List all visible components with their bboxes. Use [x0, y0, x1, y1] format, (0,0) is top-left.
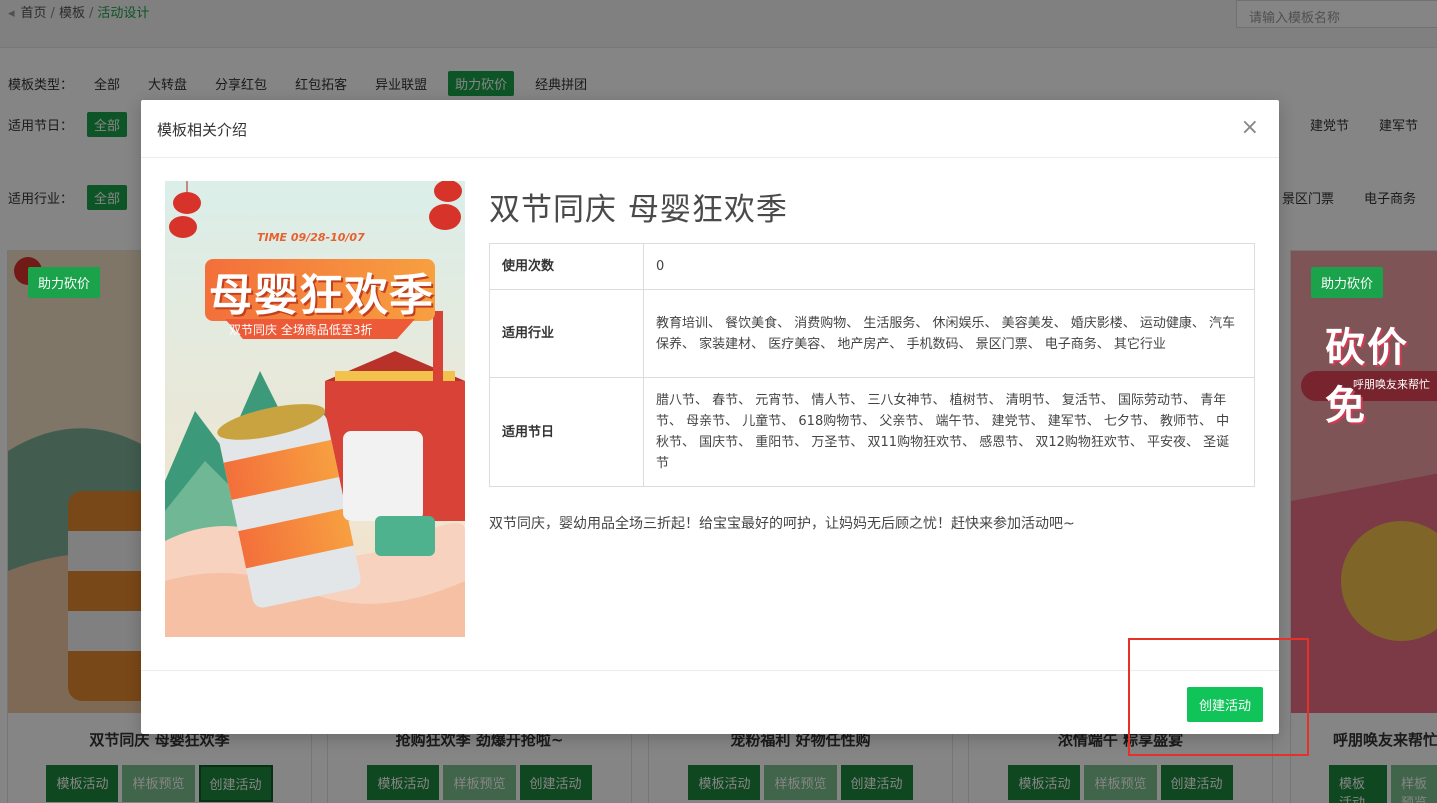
row-value: 腊八节、 春节、 元宵节、 情人节、 三八女神节、 植树节、 清明节、 复活节、…	[643, 377, 1255, 487]
template-intro-dialog: 模板相关介绍 × TIME 09/28-10/07 母婴狂欢季 双节同庆 全场商…	[141, 100, 1279, 734]
dialog-footer: 创建活动	[141, 670, 1279, 734]
poster-subline: 双节同庆 全场商品低至3折	[229, 323, 373, 337]
template-info-table: 使用次数 0 适用行业 教育培训、 餐饮美食、 消费购物、 生活服务、 休闲娱乐…	[489, 243, 1255, 487]
poster-time: TIME 09/28-10/07	[257, 231, 365, 244]
poster-art	[165, 181, 465, 637]
card-type-badge: 助力砍价	[1311, 267, 1384, 298]
dialog-header: 模板相关介绍 ×	[141, 100, 1279, 158]
poster-headline: 母婴狂欢季	[209, 270, 434, 321]
table-row: 适用节日 腊八节、 春节、 元宵节、 情人节、 三八女神节、 植树节、 清明节、…	[489, 377, 1255, 487]
highlight-annotation-box	[1128, 638, 1309, 756]
row-value: 0	[643, 243, 1255, 290]
close-icon[interactable]: ×	[1241, 116, 1259, 140]
card-poster-headline: 砍价免	[1325, 325, 1409, 429]
row-label: 适用行业	[489, 289, 644, 378]
table-row: 适用行业 教育培训、 餐饮美食、 消费购物、 生活服务、 休闲娱乐、 美容美发、…	[489, 289, 1255, 378]
template-name: 双节同庆 母婴狂欢季	[489, 192, 788, 228]
template-poster: TIME 09/28-10/07 母婴狂欢季 双节同庆 全场商品低至3折	[165, 181, 465, 637]
dialog-body: TIME 09/28-10/07 母婴狂欢季 双节同庆 全场商品低至3折 双节同…	[141, 158, 1279, 670]
card-type-badge: 助力砍价	[28, 267, 101, 298]
row-label: 使用次数	[489, 243, 644, 290]
card-poster-subline: 呼朋唤友来帮忙	[1353, 378, 1430, 391]
table-row: 使用次数 0	[489, 243, 1255, 290]
dialog-title: 模板相关介绍	[157, 121, 248, 139]
row-value: 教育培训、 餐饮美食、 消费购物、 生活服务、 休闲娱乐、 美容美发、 婚庆影楼…	[643, 289, 1255, 378]
template-description: 双节同庆，婴幼用品全场三折起！给宝宝最好的呵护，让妈妈无后顾之忧！赶快来参加活动…	[489, 516, 1075, 532]
row-label: 适用节日	[489, 377, 644, 487]
